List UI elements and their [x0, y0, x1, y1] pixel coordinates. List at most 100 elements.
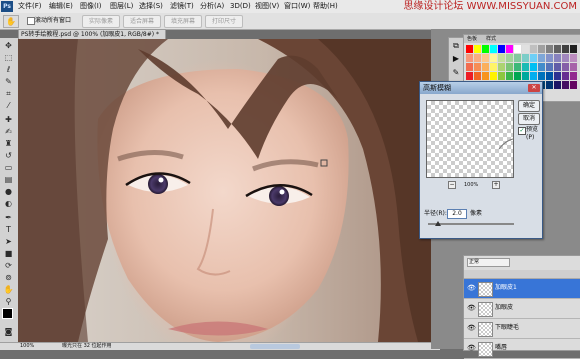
3d-orbit-tool-icon[interactable]: ⊚: [3, 272, 14, 283]
color-swatch[interactable]: [546, 63, 553, 71]
zoom-out-button[interactable]: −: [448, 181, 456, 189]
cancel-button[interactable]: 取消: [518, 113, 540, 125]
zoom-tool-icon[interactable]: ⚲: [3, 296, 14, 307]
color-swatch[interactable]: [570, 54, 577, 62]
menu-edit[interactable]: 编辑(E): [49, 1, 73, 12]
color-swatch[interactable]: [538, 45, 545, 53]
color-swatch[interactable]: [570, 63, 577, 71]
hand-icon[interactable]: ✋: [3, 15, 19, 28]
color-swatch[interactable]: [570, 72, 577, 80]
color-swatch[interactable]: [554, 54, 561, 62]
color-swatch[interactable]: [514, 54, 521, 62]
color-swatch[interactable]: [522, 45, 529, 53]
actual-pixels-button[interactable]: 实际像素: [82, 15, 120, 28]
path-select-tool-icon[interactable]: ➤: [3, 236, 14, 247]
dodge-tool-icon[interactable]: ◐: [3, 198, 14, 209]
menu-help[interactable]: 帮助(H): [313, 1, 338, 12]
history-panel-icon[interactable]: ⧉: [451, 41, 461, 51]
radius-input[interactable]: 2.0: [447, 209, 467, 219]
layer-row[interactable]: 👁 加眼皮1: [464, 279, 580, 299]
color-swatch[interactable]: [506, 54, 513, 62]
color-swatch[interactable]: [530, 54, 537, 62]
eyedropper-tool-icon[interactable]: ⁄: [3, 100, 14, 111]
color-swatch[interactable]: [474, 54, 481, 62]
print-size-button[interactable]: 打印尺寸: [205, 15, 243, 28]
marquee-tool-icon[interactable]: ⬚: [3, 52, 14, 63]
menu-file[interactable]: 文件(F): [18, 1, 42, 12]
fit-screen-button[interactable]: 适合屏幕: [123, 15, 161, 28]
scroll-all-checkbox[interactable]: [27, 17, 35, 25]
brush-panel-icon[interactable]: ✎: [451, 68, 461, 78]
color-swatch[interactable]: [522, 63, 529, 71]
hand-tool-icon[interactable]: ✋: [3, 284, 14, 295]
radius-slider-thumb[interactable]: [435, 221, 442, 226]
color-swatch[interactable]: [570, 81, 577, 89]
layer-row[interactable]: 👁 嘴唇: [464, 339, 580, 359]
color-swatch[interactable]: [490, 54, 497, 62]
color-swatch[interactable]: [482, 45, 489, 53]
color-swatch[interactable]: [554, 63, 561, 71]
color-swatch[interactable]: [466, 54, 473, 62]
color-swatch[interactable]: [530, 63, 537, 71]
pen-tool-icon[interactable]: ✒: [3, 212, 14, 223]
menu-analysis[interactable]: 分析(A): [200, 1, 224, 12]
color-swatch[interactable]: [546, 81, 553, 89]
tab-styles[interactable]: 样式: [486, 35, 496, 43]
color-swatch[interactable]: [554, 45, 561, 53]
menu-window[interactable]: 窗口(W): [284, 1, 310, 12]
color-swatch[interactable]: [498, 45, 505, 53]
brush-tool-icon[interactable]: ✍: [3, 126, 14, 137]
menu-select[interactable]: 选择(S): [139, 1, 163, 12]
color-swatch[interactable]: [554, 81, 561, 89]
layer-row[interactable]: 👁 加眼皮: [464, 299, 580, 319]
color-swatch[interactable]: [562, 72, 569, 80]
color-swatch[interactable]: [466, 72, 473, 80]
color-swatch[interactable]: [530, 72, 537, 80]
move-tool-icon[interactable]: ✥: [3, 40, 14, 51]
color-swatch[interactable]: [474, 63, 481, 71]
color-swatch[interactable]: [482, 54, 489, 62]
visibility-eye-icon[interactable]: 👁: [467, 304, 476, 312]
color-swatch[interactable]: [490, 63, 497, 71]
color-swatch[interactable]: [498, 63, 505, 71]
stamp-tool-icon[interactable]: ♜: [3, 138, 14, 149]
visibility-eye-icon[interactable]: 👁: [467, 284, 476, 292]
lasso-tool-icon[interactable]: ℓ: [3, 64, 14, 75]
color-swatch[interactable]: [514, 72, 521, 80]
gradient-tool-icon[interactable]: ▤: [3, 174, 14, 185]
ok-button[interactable]: 确定: [518, 100, 540, 112]
color-swatch[interactable]: [546, 45, 553, 53]
fill-screen-button[interactable]: 填充屏幕: [164, 15, 202, 28]
color-swatch[interactable]: [538, 72, 545, 80]
visibility-eye-icon[interactable]: 👁: [467, 324, 476, 332]
menu-image[interactable]: 图像(I): [80, 1, 102, 12]
color-swatch[interactable]: [530, 45, 537, 53]
dialog-title[interactable]: 高斯模糊: [420, 82, 542, 94]
color-swatch[interactable]: [562, 81, 569, 89]
layer-row[interactable]: 👁 下眼睫毛: [464, 319, 580, 339]
healing-tool-icon[interactable]: ✚: [3, 114, 14, 125]
blur-tool-icon[interactable]: ●: [3, 186, 14, 197]
color-swatch[interactable]: [474, 72, 481, 80]
color-swatch[interactable]: [506, 45, 513, 53]
horizontal-scrollbar[interactable]: [250, 344, 300, 349]
actions-panel-icon[interactable]: ▶: [451, 54, 461, 64]
menu-3d[interactable]: 3D(D): [230, 1, 251, 12]
document-canvas[interactable]: [18, 39, 431, 342]
color-swatch[interactable]: [546, 72, 553, 80]
close-icon[interactable]: ✕: [528, 84, 540, 92]
color-swatch[interactable]: [482, 63, 489, 71]
color-swatch[interactable]: [482, 72, 489, 80]
blend-mode-select[interactable]: 正常: [467, 258, 510, 267]
color-swatch[interactable]: [506, 72, 513, 80]
color-swatch[interactable]: [498, 72, 505, 80]
shape-tool-icon[interactable]: ■: [3, 248, 14, 259]
color-swatch[interactable]: [546, 54, 553, 62]
menu-filter[interactable]: 滤镜(T): [170, 1, 194, 12]
color-swatch[interactable]: [466, 45, 473, 53]
color-swatch[interactable]: [538, 54, 545, 62]
type-tool-icon[interactable]: T: [3, 224, 14, 235]
color-swatch[interactable]: [506, 63, 513, 71]
color-swatch[interactable]: [562, 63, 569, 71]
menu-view[interactable]: 视图(V): [255, 1, 279, 12]
